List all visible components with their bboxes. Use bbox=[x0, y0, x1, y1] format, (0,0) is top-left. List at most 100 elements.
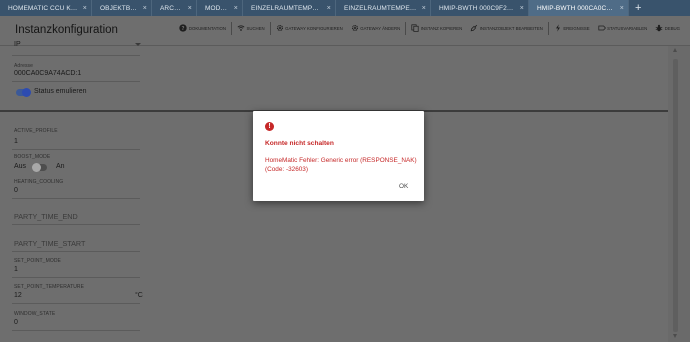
window-state-label: WINDOW_STATE bbox=[14, 311, 56, 317]
toggle-knob bbox=[22, 88, 31, 97]
boost-mode-label: BOOST_MODE bbox=[14, 154, 51, 160]
add-tab-icon[interactable]: + bbox=[629, 2, 647, 14]
label-icon bbox=[598, 25, 606, 31]
chevron-down-icon bbox=[135, 43, 141, 46]
emulate-status-toggle[interactable] bbox=[16, 88, 31, 97]
tab-objektbaum[interactable]: OBJEKTBAUM × bbox=[92, 0, 152, 16]
flash-icon bbox=[555, 24, 560, 32]
close-icon[interactable]: × bbox=[520, 5, 524, 12]
tab-bar: HOMEMATIC CCU KONFIG... × OBJEKTBAUM × A… bbox=[0, 0, 690, 16]
toolbar-label: SUCHEN bbox=[246, 25, 265, 31]
scroll-up-icon[interactable] bbox=[673, 48, 677, 52]
window-state-value[interactable]: 0 bbox=[14, 319, 18, 326]
wrench-icon bbox=[470, 24, 478, 32]
set-point-temperature-value[interactable]: 12 bbox=[14, 292, 22, 299]
party-time-start-field[interactable]: PARTY_TIME_START bbox=[14, 239, 85, 248]
tab-label: MODULES bbox=[205, 4, 230, 12]
tab-einzelraum-1[interactable]: EINZELRAUMTEMPERATU... × bbox=[243, 0, 336, 16]
events-button[interactable]: EREIGNISSE bbox=[550, 21, 594, 35]
status-variables-button[interactable]: STATUSVARIABLEN bbox=[594, 21, 652, 35]
toolbar-label: DOKUMENTATION bbox=[188, 25, 226, 31]
close-icon[interactable]: × bbox=[143, 5, 147, 12]
address-label: Adresse bbox=[14, 63, 34, 69]
search-button[interactable]: SUCHEN bbox=[233, 21, 269, 35]
toolbar-divider bbox=[405, 21, 407, 35]
dialog-message: HomeMatic Fehler: Generic error (RESPONS… bbox=[265, 157, 417, 173]
active-profile-label: ACTIVE_PROFILE bbox=[14, 128, 58, 134]
toolbar-label: DEBUG bbox=[664, 25, 680, 31]
tab-label: ARCHIVE bbox=[160, 4, 184, 12]
ip-select[interactable]: IP bbox=[0, 41, 145, 53]
boost-mode-toggle[interactable] bbox=[32, 163, 47, 172]
close-icon[interactable]: × bbox=[422, 5, 426, 12]
bug-icon bbox=[655, 24, 663, 32]
close-icon[interactable]: × bbox=[83, 5, 87, 12]
toolbar-divider bbox=[547, 21, 549, 35]
close-icon[interactable]: × bbox=[188, 5, 192, 12]
divider bbox=[12, 303, 140, 304]
documentation-button[interactable]: ? DOKUMENTATION bbox=[175, 21, 230, 35]
toolbar-label: GATEWAY KONFIGURIEREN bbox=[285, 25, 343, 31]
tab-hmip-bwth-2[interactable]: HMIP-BWTH 000CA0C9A7... × bbox=[529, 0, 629, 16]
divider bbox=[12, 251, 140, 252]
tab-archive[interactable]: ARCHIVE × bbox=[152, 0, 197, 16]
tab-label: HOMEMATIC CCU KONFIG... bbox=[8, 4, 79, 12]
error-icon: ! bbox=[265, 122, 274, 131]
close-icon[interactable]: × bbox=[327, 5, 331, 12]
address-field[interactable]: 000CA0C9A74ACD:1 bbox=[14, 70, 81, 77]
page-title: Instanzkonfiguration bbox=[15, 24, 118, 36]
toolbar-label: GATEWAY ÄNDERN bbox=[360, 25, 401, 31]
scrollbar[interactable] bbox=[673, 59, 678, 332]
tab-homematic-config[interactable]: HOMEMATIC CCU KONFIG... × bbox=[0, 0, 92, 16]
tab-label: HMIP-BWTH 000CA0C9A7... bbox=[537, 4, 616, 12]
tab-label: OBJEKTBAUM bbox=[100, 4, 139, 12]
gateway-configure-button[interactable]: GATEWAY KONFIGURIEREN bbox=[272, 21, 347, 35]
emulate-status-label: Status emulieren bbox=[34, 88, 87, 95]
tab-label: EINZELRAUMTEMPERATU... bbox=[344, 4, 418, 12]
scroll-down-icon[interactable] bbox=[673, 334, 677, 338]
close-icon[interactable]: × bbox=[620, 5, 624, 12]
svg-text:?: ? bbox=[182, 26, 185, 32]
heating-cooling-value[interactable]: 0 bbox=[14, 187, 18, 194]
toolbar-divider bbox=[230, 21, 232, 35]
gateway-change-button[interactable]: GATEWAY ÄNDERN bbox=[347, 21, 404, 35]
party-time-end-field[interactable]: PARTY_TIME_END bbox=[14, 212, 78, 221]
edit-instance-object-button[interactable]: INSTANZOBJEKT BEARBEITEN bbox=[466, 21, 547, 35]
copy-icon bbox=[411, 24, 419, 32]
debug-button[interactable]: DEBUG bbox=[651, 21, 684, 35]
toolbar-divider bbox=[269, 21, 271, 35]
gear-icon bbox=[351, 24, 358, 32]
divider bbox=[12, 149, 140, 150]
active-profile-value[interactable]: 1 bbox=[14, 138, 18, 145]
help-icon: ? bbox=[179, 24, 188, 32]
heating-cooling-label: HEATING_COOLING bbox=[14, 179, 64, 185]
ok-button[interactable]: OK bbox=[397, 182, 410, 191]
gear-icon bbox=[276, 24, 283, 32]
divider bbox=[12, 330, 140, 331]
error-dialog: ! Konnte nicht schalten HomeMatic Fehler… bbox=[253, 111, 424, 201]
divider bbox=[12, 198, 140, 199]
ip-select-value: IP bbox=[14, 41, 21, 48]
tab-einzelraum-2[interactable]: EINZELRAUMTEMPERATU... × bbox=[336, 0, 431, 16]
tab-modules[interactable]: MODULES × bbox=[197, 0, 243, 16]
copy-instance-button[interactable]: INSTANZ KOPIEREN bbox=[407, 21, 466, 35]
set-point-mode-label: SET_POINT_MODE bbox=[14, 258, 61, 264]
scrollbar-track bbox=[668, 46, 690, 342]
divider bbox=[12, 277, 140, 278]
wifi-search-icon bbox=[237, 25, 245, 31]
set-point-temperature-label: SET_POINT_TEMPERATURE bbox=[14, 284, 85, 290]
toolbar-label: EREIGNISSE bbox=[563, 25, 590, 31]
boost-off-label: Aus bbox=[14, 163, 27, 170]
divider bbox=[12, 224, 140, 225]
set-point-mode-value[interactable]: 1 bbox=[14, 266, 18, 273]
tab-hmip-bwth-1[interactable]: HMIP-BWTH 000C9F29955... × bbox=[431, 0, 529, 16]
tab-label: EINZELRAUMTEMPERATU... bbox=[251, 4, 323, 12]
divider bbox=[12, 81, 140, 82]
toolbar: ? DOKUMENTATION SUCHEN GATEWAY KONFIGURI… bbox=[175, 21, 684, 35]
toolbar-label: INSTANZOBJEKT BEARBEITEN bbox=[479, 25, 543, 31]
unit-label: °C bbox=[135, 292, 143, 299]
close-icon[interactable]: × bbox=[234, 5, 238, 12]
toolbar-label: INSTANZ KOPIEREN bbox=[420, 25, 463, 31]
tab-label: HMIP-BWTH 000C9F29955... bbox=[439, 4, 516, 12]
boost-on-label: An bbox=[56, 163, 65, 170]
